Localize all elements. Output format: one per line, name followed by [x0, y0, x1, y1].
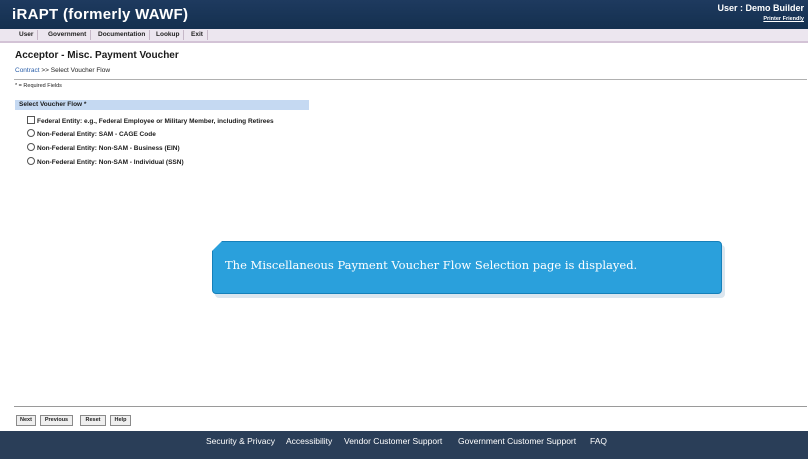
non-sam-business-radio[interactable]	[27, 143, 35, 151]
reset-button[interactable]: Reset	[80, 415, 106, 426]
tutorial-callout: The Miscellaneous Payment Voucher Flow S…	[212, 241, 722, 294]
footer-link-security-privacy[interactable]: Security & Privacy	[206, 436, 275, 446]
voucher-flow-option-federal[interactable]: Federal Entity: e.g., Federal Employee o…	[27, 116, 274, 126]
menu-item-exit[interactable]: Exit	[187, 30, 208, 40]
callout-corner	[212, 241, 222, 251]
menu-item-documentation[interactable]: Documentation	[94, 30, 151, 40]
menu-item-lookup[interactable]: Lookup	[152, 30, 185, 40]
voucher-flow-option-sam-cage[interactable]: Non-Federal Entity: SAM - CAGE Code	[27, 129, 156, 139]
voucher-flow-section-header: Select Voucher Flow *	[15, 100, 309, 110]
sam-cage-radio[interactable]	[27, 129, 35, 137]
option-label: Non-Federal Entity: Non-SAM - Business (…	[37, 145, 180, 152]
menu-bar: User Government Documentation Lookup Exi…	[0, 29, 808, 43]
callout-text: The Miscellaneous Payment Voucher Flow S…	[225, 258, 638, 272]
previous-button[interactable]: Previous	[40, 415, 73, 426]
voucher-flow-option-non-sam-individual[interactable]: Non-Federal Entity: Non-SAM - Individual…	[27, 157, 184, 167]
title-divider	[14, 79, 807, 80]
footer-link-accessibility[interactable]: Accessibility	[286, 436, 332, 446]
page-title: Acceptor - Misc. Payment Voucher	[15, 50, 179, 61]
option-label: Federal Entity: e.g., Federal Employee o…	[37, 118, 274, 125]
breadcrumb-separator: >>	[41, 67, 49, 74]
non-sam-individual-radio[interactable]	[27, 157, 35, 165]
footer: Security & Privacy Accessibility Vendor …	[0, 431, 808, 459]
menu-item-user[interactable]: User	[15, 30, 39, 40]
voucher-flow-section-label: Select Voucher Flow *	[19, 101, 87, 108]
required-fields-note: * = Required Fields	[15, 83, 62, 89]
app-header: iRAPT (formerly WAWF) User : Demo Builde…	[0, 0, 808, 29]
breadcrumb: Contract >> Select Voucher Flow	[15, 67, 110, 74]
footer-link-faq[interactable]: FAQ	[590, 436, 607, 446]
option-label: Non-Federal Entity: SAM - CAGE Code	[37, 131, 156, 138]
bottom-divider	[14, 406, 807, 407]
footer-link-vendor-support[interactable]: Vendor Customer Support	[344, 436, 442, 446]
federal-entity-checkbox[interactable]	[27, 116, 35, 124]
printer-friendly-link[interactable]: Printer Friendly	[763, 16, 804, 22]
help-button[interactable]: Help	[110, 415, 131, 426]
next-button[interactable]: Next	[16, 415, 36, 426]
breadcrumb-contract-link[interactable]: Contract	[15, 67, 40, 74]
option-label: Non-Federal Entity: Non-SAM - Individual…	[37, 159, 184, 166]
voucher-flow-option-non-sam-business[interactable]: Non-Federal Entity: Non-SAM - Business (…	[27, 143, 180, 153]
app-title: iRAPT (formerly WAWF)	[12, 6, 189, 23]
menu-item-government[interactable]: Government	[44, 30, 92, 40]
user-label: User : Demo Builder	[717, 3, 804, 13]
breadcrumb-current: Select Voucher Flow	[50, 67, 111, 74]
footer-link-government-support[interactable]: Government Customer Support	[458, 436, 576, 446]
